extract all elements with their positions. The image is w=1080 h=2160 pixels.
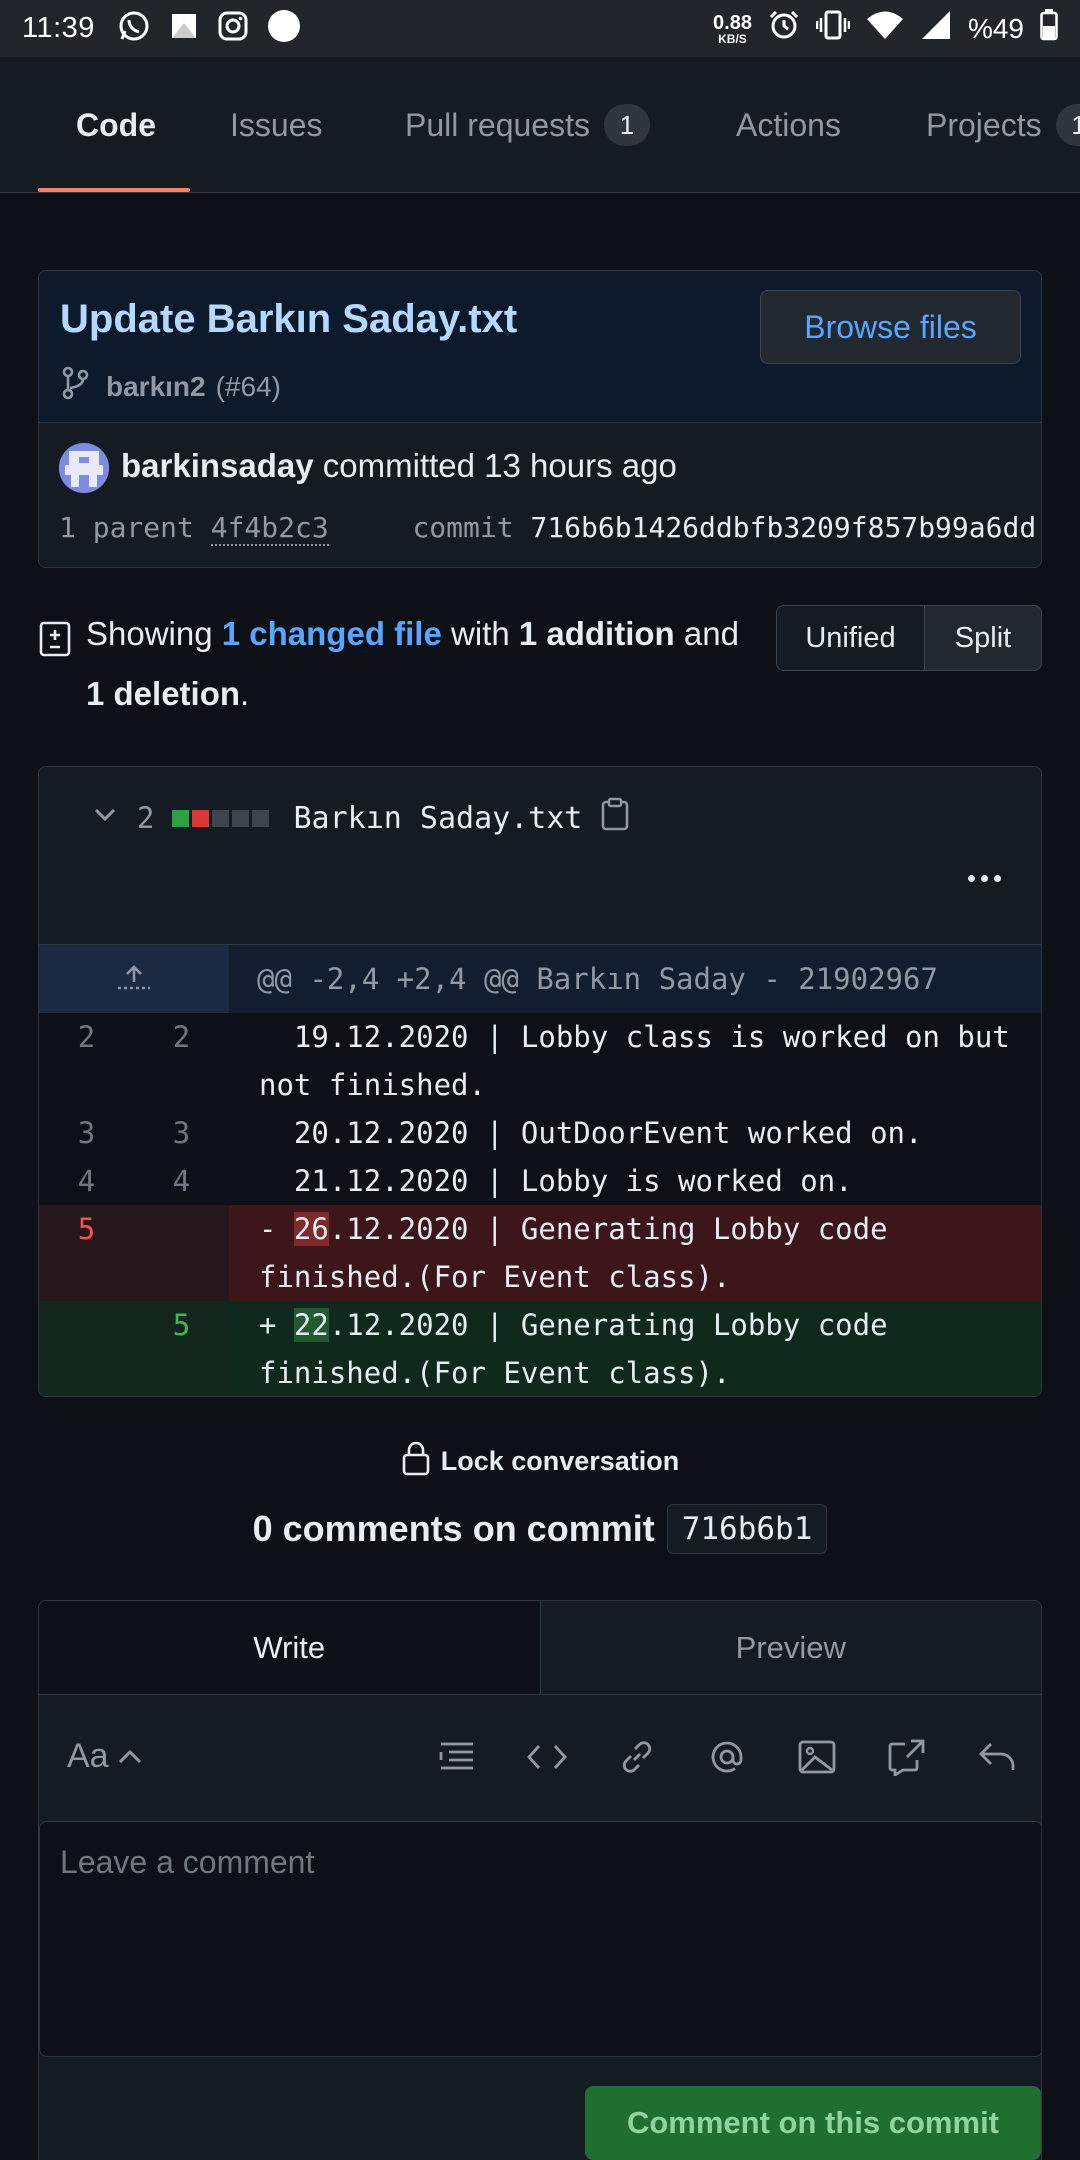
diffstat-blocks: [172, 809, 270, 827]
status-time: 11:39: [22, 12, 95, 44]
diff-line: 3 3 20.12.2020 | OutDoorEvent worked on.: [77, 1116, 923, 1150]
diff-line: 2 2 19.12.2020 | Lobby class is worked o…: [77, 1020, 1028, 1102]
status-bar: 11:39 0.88 KB/S %49: [0, 0, 1080, 57]
file-header: 2 Barkın Saday.txt: [39, 767, 1041, 945]
file-name[interactable]: Barkın Saday.txt: [293, 801, 582, 836]
network-speed: 0.88 KB/S: [713, 11, 752, 46]
commit-label: commit: [412, 511, 514, 544]
comment-form: Write Preview Aa Leave a comment Comment…: [38, 1600, 1042, 2160]
tab-preview[interactable]: Preview: [540, 1601, 1041, 1694]
mention-icon[interactable]: [705, 1735, 749, 1779]
chevron-up-icon: [118, 1749, 141, 1763]
wifi-icon: [866, 10, 904, 47]
diffstat-block: [192, 809, 210, 827]
branch-row: barkın2 (#64): [60, 365, 281, 408]
parent-line: 1 parent 4f4b2c3 commit 716b6b1426ddbfb3…: [59, 511, 1037, 546]
diff-view-toggle: Unified Split: [776, 605, 1042, 671]
link-icon[interactable]: [615, 1735, 659, 1779]
tab-issues[interactable]: Issues: [230, 57, 322, 192]
pull-requests-counter: 1: [603, 104, 650, 146]
more-options-icon[interactable]: [968, 875, 1001, 882]
diffstat-block: [212, 809, 230, 827]
changed-files-link[interactable]: 1 changed file: [222, 615, 442, 652]
diffstat-block: [172, 809, 190, 827]
hunk-header: @@ -2,4 +2,4 @@ Barkın Saday - 21902967: [39, 945, 1041, 1013]
pr-reference[interactable]: (#64): [216, 371, 281, 403]
lock-conversation-button[interactable]: Lock conversation: [0, 1440, 1080, 1483]
diff-line-deleted: 5 - 26.12.2020 | Generating Lobby code f…: [39, 1205, 1041, 1301]
image-icon[interactable]: [795, 1735, 839, 1779]
cross-reference-icon[interactable]: [885, 1735, 929, 1779]
avatar[interactable]: [59, 443, 109, 493]
hunk-header-text: @@ -2,4 +2,4 @@ Barkın Saday - 21902967: [257, 962, 938, 996]
battery-label: %49: [967, 12, 1024, 44]
short-sha: 716b6b1: [666, 1504, 828, 1554]
comment-textarea[interactable]: Leave a comment: [39, 1821, 1041, 2057]
commit-time: committed 13 hours ago: [322, 447, 677, 484]
signal-icon: [920, 9, 952, 48]
repo-tabs: Code Issues Pull requests 1 Actions Proj…: [0, 57, 1080, 193]
diff-summary: Showing 1 changed file with 1 addition a…: [38, 604, 758, 724]
branch-icon: [60, 365, 90, 408]
tab-code[interactable]: Code: [76, 57, 156, 192]
instagram-icon: [217, 10, 249, 47]
whatsapp-icon: [117, 9, 151, 48]
chevron-down-icon[interactable]: [91, 800, 119, 836]
commit-title: Update Barkın Saday.txt: [60, 297, 518, 341]
split-button[interactable]: Split: [925, 606, 1041, 670]
list-icon[interactable]: [435, 1735, 479, 1779]
file-diff-icon: [38, 616, 72, 676]
expand-up-icon[interactable]: [39, 945, 229, 1013]
commit-meta: barkinsaday committed 13 hours ago 1 par…: [39, 423, 1041, 567]
branch-name[interactable]: barkın2: [106, 371, 206, 403]
commit-box: Update Barkın Saday.txt barkın2 (#64) Br…: [38, 270, 1042, 568]
diff-line: 4 4 21.12.2020 | Lobby is worked on.: [77, 1164, 853, 1198]
copy-icon[interactable]: [600, 797, 630, 839]
additions-count: 1 addition: [518, 615, 675, 652]
code-icon[interactable]: [525, 1735, 569, 1779]
tab-projects[interactable]: Projects 1: [926, 57, 1080, 192]
parent-label: 1 parent: [59, 511, 194, 544]
browse-files-button[interactable]: Browse files: [760, 290, 1021, 364]
diffstat-block: [252, 809, 270, 827]
comment-submit-button[interactable]: Comment on this commit: [585, 2086, 1041, 2160]
lock-icon: [401, 1440, 431, 1483]
unified-button[interactable]: Unified: [777, 606, 925, 670]
gallery-icon: [169, 11, 199, 46]
diff-lines: 2 2 19.12.2020 | Lobby class is worked o…: [39, 1013, 1041, 1396]
commit-header: Update Barkın Saday.txt barkın2 (#64) Br…: [39, 271, 1041, 423]
vibrate-icon: [815, 9, 851, 48]
parent-sha-link[interactable]: 4f4b2c3: [210, 511, 329, 546]
tab-write[interactable]: Write: [39, 1601, 541, 1694]
text-style-button[interactable]: Aa: [67, 1737, 143, 1776]
diffstat-block: [232, 809, 250, 827]
tab-actions[interactable]: Actions: [736, 57, 841, 192]
markdown-toolbar: Aa: [39, 1695, 1041, 1819]
diff-line-added: 5 + 22.12.2020 | Generating Lobby code f…: [39, 1301, 1041, 1396]
projects-counter: 1: [1055, 104, 1080, 146]
changes-count: 2: [137, 801, 155, 835]
comments-heading: 0 comments on commit 716b6b1: [0, 1504, 1080, 1554]
alarm-icon: [768, 9, 800, 48]
deletions-count: 1 deletion: [86, 675, 241, 712]
circle-icon: [267, 9, 301, 48]
reply-icon[interactable]: [975, 1735, 1019, 1779]
battery-icon: [1040, 9, 1058, 48]
author-line: barkinsaday committed 13 hours ago: [121, 447, 677, 485]
diff-file: 2 Barkın Saday.txt @@ -2,4 +2,4 @@ Barkı…: [38, 766, 1042, 1397]
active-tab-underline: [38, 188, 190, 192]
tab-pull-requests[interactable]: Pull requests 1: [405, 57, 650, 192]
author-name[interactable]: barkinsaday: [121, 447, 314, 484]
commit-sha: 716b6b1426ddbfb3209f857b99a6dd: [530, 511, 1037, 544]
